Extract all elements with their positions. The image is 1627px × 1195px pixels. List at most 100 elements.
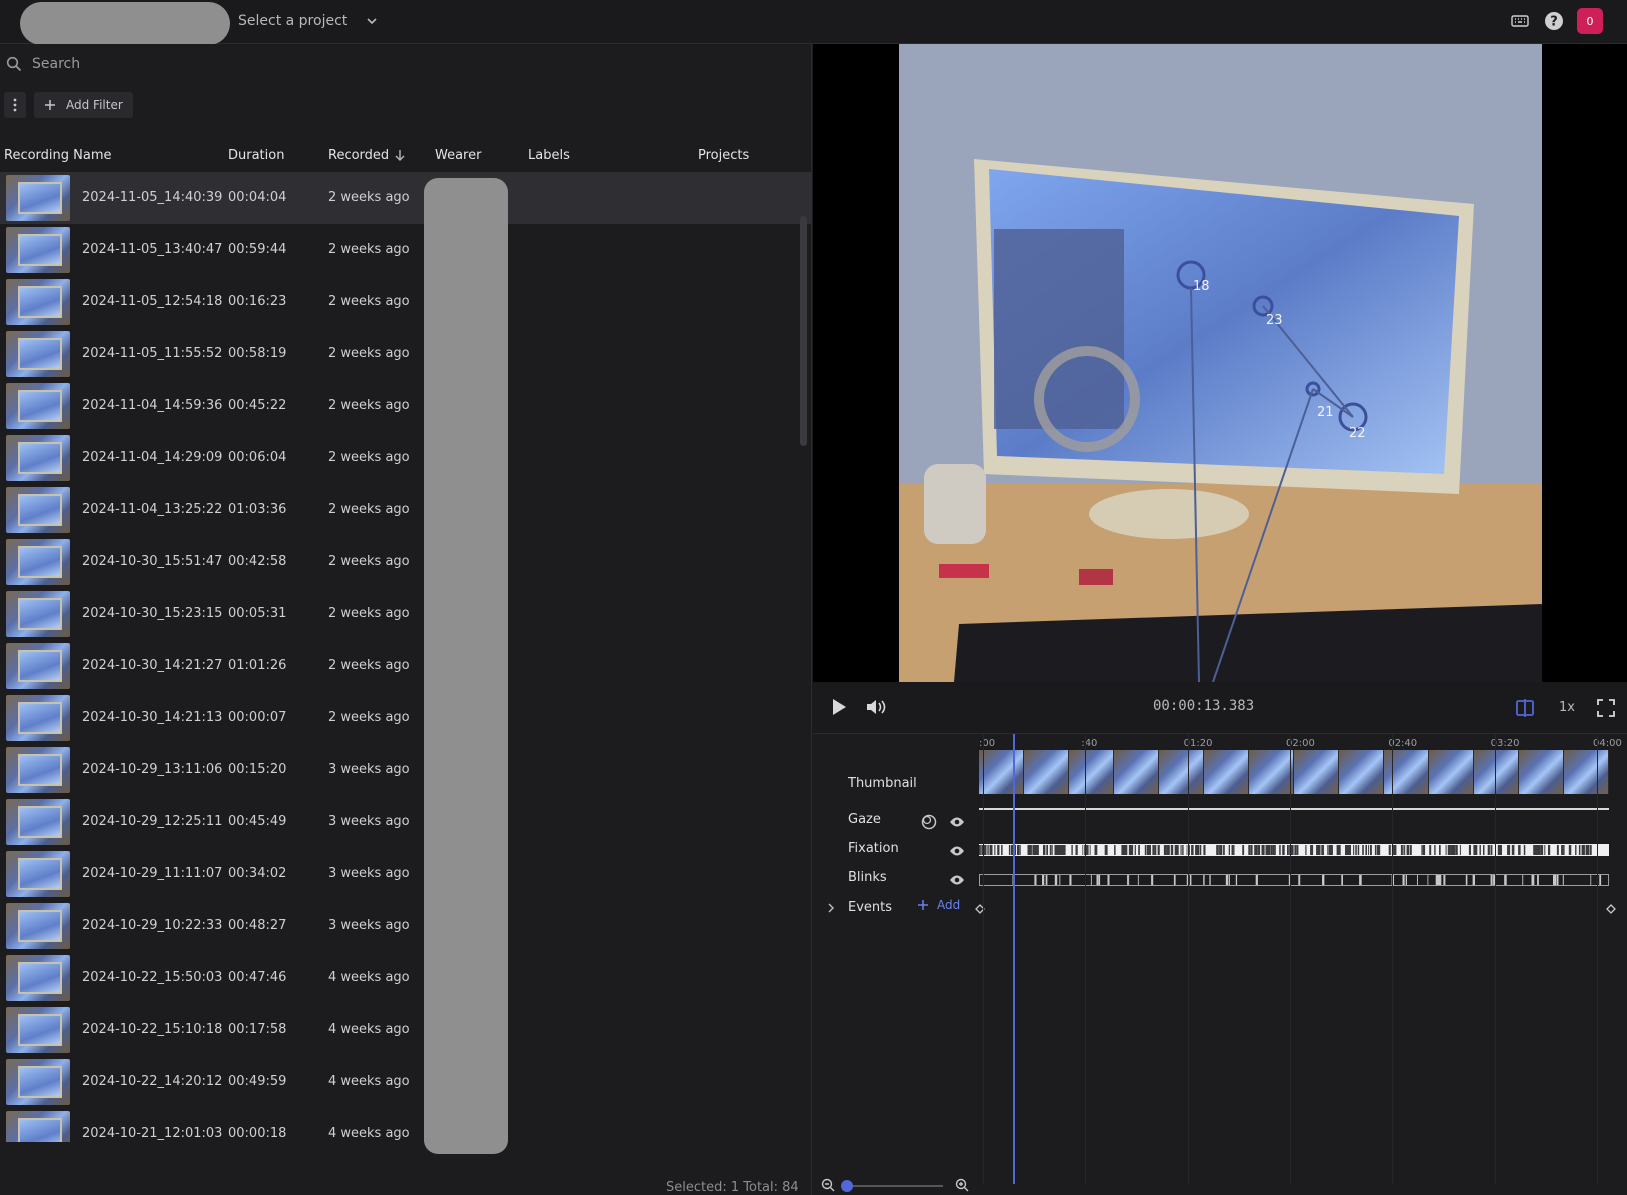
keyboard-icon[interactable] [1509,10,1531,32]
gaze-track[interactable] [979,808,1609,810]
project-selector[interactable]: Select a project [238,10,379,32]
plus-icon [918,900,928,910]
offset-correction-icon[interactable] [921,814,937,830]
recording-duration: 00:00:07 [228,710,287,725]
zoom-in-icon[interactable] [955,1178,969,1192]
workspace-selector[interactable] [20,2,230,45]
table-row[interactable]: 2024-10-29_13:11:06 00:15:20 3 weeks ago [0,744,812,796]
timeline-gridline [1494,734,1496,1184]
table-row[interactable]: 2024-11-04_14:59:36 00:45:22 2 weeks ago [0,380,812,432]
add-event-label: Add [937,898,961,912]
table-header: Recording Name Duration Recorded Wearer … [0,144,812,168]
recording-thumbnail [6,643,70,689]
recording-thumbnail [6,175,70,221]
fixation-label-18: 18 [1193,279,1210,294]
vertical-scrollbar[interactable] [800,216,807,446]
split-view-icon[interactable] [1515,698,1535,718]
recording-thumbnail [6,383,70,429]
recording-thumbnail [6,1059,70,1105]
table-row[interactable]: 2024-10-29_10:22:33 00:48:27 3 weeks ago [0,900,812,952]
recording-thumbnail [6,955,70,1001]
video-viewport[interactable]: 18 23 21 22 [813,44,1627,682]
recording-thumbnail [6,1007,70,1053]
gaze-visibility-eye-icon[interactable] [949,816,965,828]
table-row[interactable]: 2024-10-22_15:10:18 00:17:58 4 weeks ago [0,1004,812,1056]
thumbnail-track[interactable] [979,750,1609,794]
column-recording-name[interactable]: Recording Name [4,148,112,163]
column-duration[interactable]: Duration [228,148,284,163]
zoom-slider[interactable] [843,1185,943,1187]
recording-thumbnail [6,331,70,377]
table-row[interactable]: 2024-11-05_14:40:39 00:04:04 2 weeks ago [0,172,812,224]
blinks-visibility-eye-icon[interactable] [949,874,965,886]
recording-recorded: 2 weeks ago [328,606,410,621]
playback-speed[interactable]: 1x [1559,700,1575,715]
wearer-column-redacted [424,178,508,1154]
recording-recorded: 2 weeks ago [328,450,410,465]
zoom-out-icon[interactable] [821,1178,835,1192]
table-row[interactable]: 2024-11-04_13:25:22 01:03:36 2 weeks ago [0,484,812,536]
add-event-button[interactable]: Add [917,898,960,912]
more-options-button[interactable] [4,92,26,118]
timeline-thumbnail [1294,750,1339,794]
table-row[interactable]: 2024-11-04_14:29:09 00:06:04 2 weeks ago [0,432,812,484]
recording-duration: 00:17:58 [228,1022,287,1037]
table-row[interactable]: 2024-10-29_11:11:07 00:34:02 3 weeks ago [0,848,812,900]
fixation-track[interactable] [979,844,1609,856]
recording-name: 2024-10-29_12:25:11 [82,814,223,829]
recordings-panel: Search Add Filter Recording Name Duratio… [0,44,812,1195]
table-row[interactable]: 2024-11-05_11:55:52 00:58:19 2 weeks ago [0,328,812,380]
event-marker-end-icon[interactable] [1606,904,1616,914]
table-row[interactable]: 2024-10-30_14:21:27 01:01:26 2 weeks ago [0,640,812,692]
chevron-down-icon [367,18,377,25]
blinks-track[interactable] [979,874,1609,886]
column-labels[interactable]: Labels [528,148,570,163]
recording-recorded: 2 weeks ago [328,242,410,257]
recording-thumbnail [6,903,70,949]
column-recorded[interactable]: Recorded [328,148,405,163]
table-row[interactable]: 2024-10-30_14:21:13 00:00:07 2 weeks ago [0,692,812,744]
recording-thumbnail [6,435,70,481]
selection-count: Selected: 1 Total: 84 [666,1180,799,1195]
notification-badge[interactable]: 0 [1577,8,1603,34]
recording-name: 2024-11-05_14:40:39 [82,190,223,205]
search-bar[interactable]: Search [0,50,812,78]
search-input[interactable]: Search [32,56,80,72]
table-row[interactable]: 2024-10-22_14:20:12 00:49:59 4 weeks ago [0,1056,812,1108]
add-filter-label: Add Filter [66,98,123,112]
table-row[interactable]: 2024-10-30_15:23:15 00:05:31 2 weeks ago [0,588,812,640]
recording-thumbnail [6,279,70,325]
timeline-thumbnail [1069,750,1114,794]
table-row[interactable]: 2024-11-05_12:54:18 00:16:23 2 weeks ago [0,276,812,328]
scene-video-frame: 18 23 21 22 [899,44,1542,682]
table-row[interactable]: 2024-11-05_13:40:47 00:59:44 2 weeks ago [0,224,812,276]
table-row[interactable]: 2024-10-21_12:01:03 00:00:18 4 weeks ago [0,1108,812,1142]
timeline-playhead[interactable] [1013,734,1015,1184]
table-row[interactable]: 2024-10-30_15:51:47 00:42:58 2 weeks ago [0,536,812,588]
recording-thumbnail [6,227,70,273]
recording-name: 2024-11-05_12:54:18 [82,294,223,309]
chevron-right-icon[interactable] [826,902,836,914]
add-filter-button[interactable]: Add Filter [34,92,133,118]
play-icon[interactable] [831,698,847,716]
plus-icon [45,100,55,110]
timeline-thumbnail [1519,750,1564,794]
recording-duration: 00:42:58 [228,554,287,569]
recording-duration: 00:45:49 [228,814,287,829]
column-projects[interactable]: Projects [698,148,749,163]
table-row[interactable]: 2024-10-29_12:25:11 00:45:49 3 weeks ago [0,796,812,848]
column-wearer[interactable]: Wearer [435,148,481,163]
player-controls: 00:00:13.383 1x [813,682,1627,734]
zoom-slider-handle[interactable] [841,1180,853,1192]
fixation-visibility-eye-icon[interactable] [949,845,965,857]
volume-icon[interactable] [865,698,887,716]
fullscreen-icon[interactable] [1597,699,1615,717]
recording-name: 2024-11-05_13:40:47 [82,242,223,257]
table-row[interactable]: 2024-10-22_15:50:03 00:47:46 4 weeks ago [0,952,812,1004]
recording-thumbnail [6,487,70,533]
fixation-label-23: 23 [1266,313,1283,328]
recording-name: 2024-10-30_15:23:15 [82,606,223,621]
recording-name: 2024-10-29_13:11:06 [82,762,223,777]
help-icon[interactable]: ? [1543,10,1565,32]
recording-name: 2024-10-30_15:51:47 [82,554,223,569]
